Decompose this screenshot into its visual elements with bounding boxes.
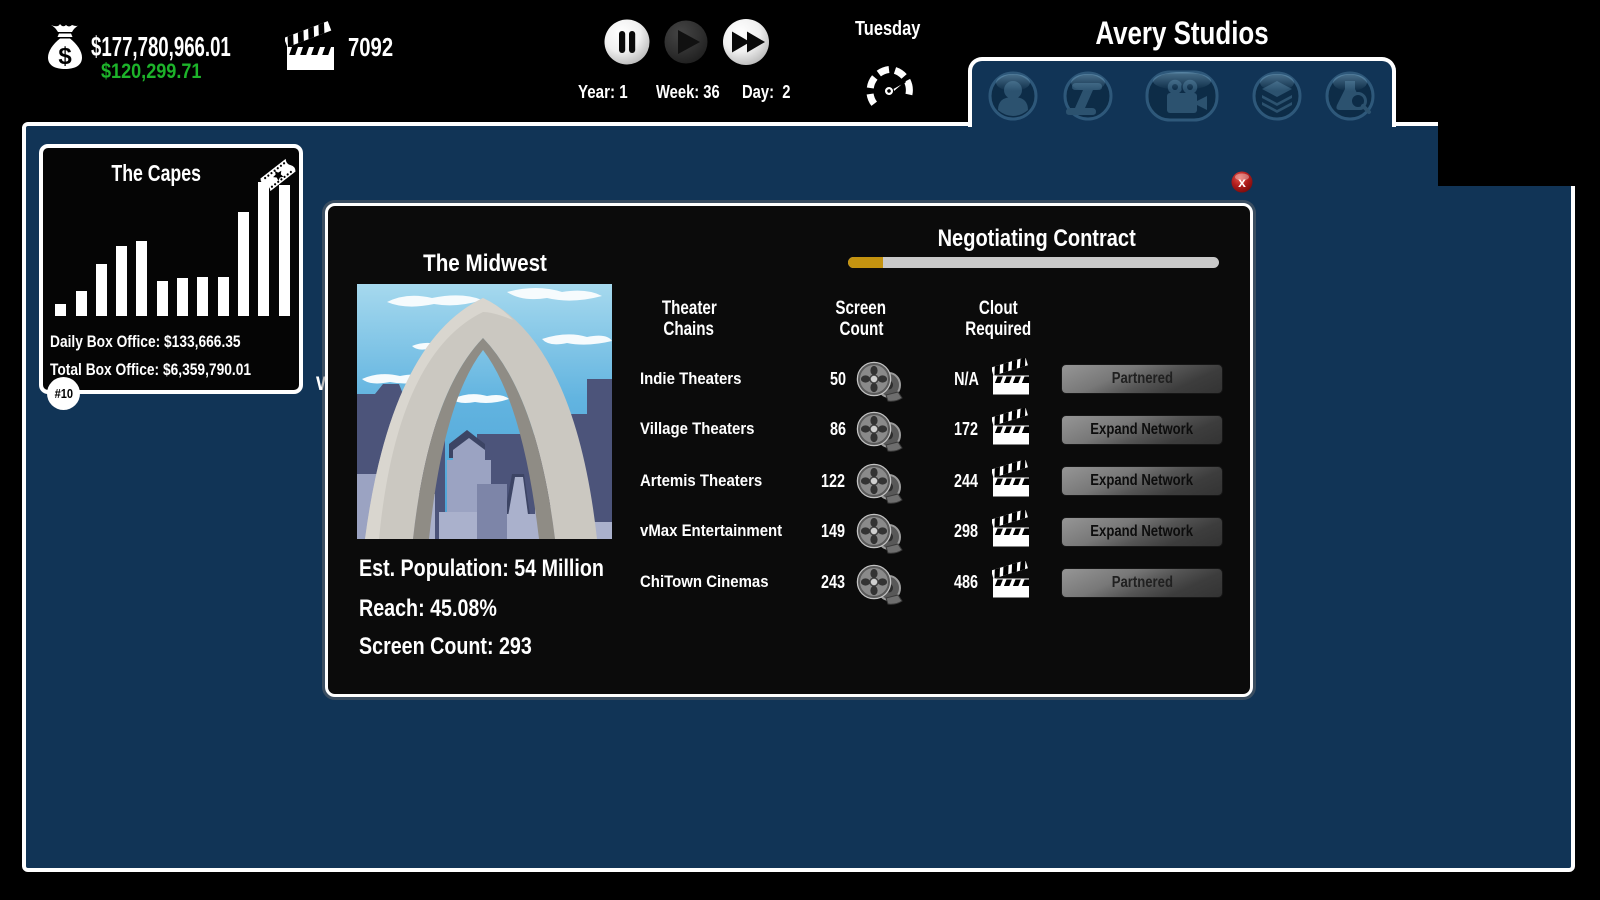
svg-text:$: $ — [58, 43, 72, 70]
svg-text:x: x — [1238, 174, 1246, 190]
